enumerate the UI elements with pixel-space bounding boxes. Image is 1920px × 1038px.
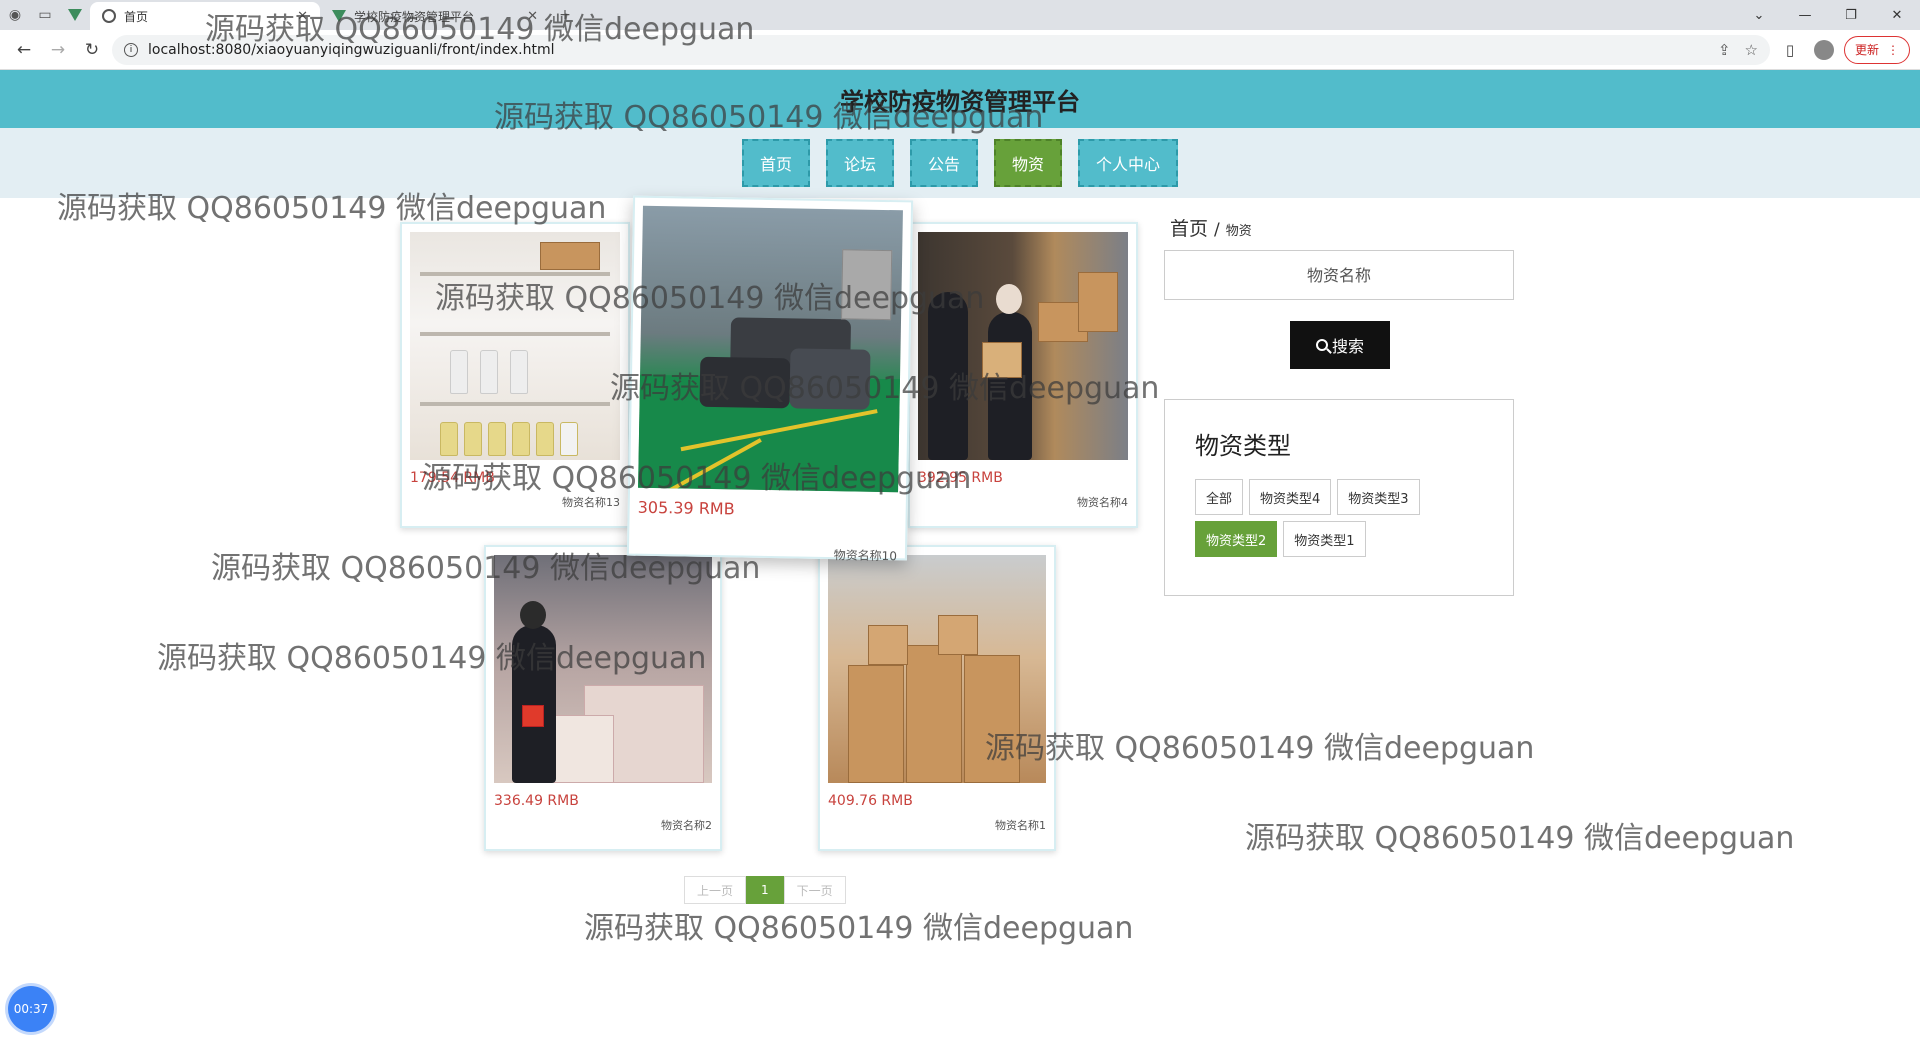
product-name: 物资名称1 (995, 819, 1046, 832)
product-image[interactable] (638, 205, 903, 493)
breadcrumb-separator: / (1214, 220, 1220, 240)
nav-notice[interactable]: 公告 (909, 139, 978, 187)
new-tab-icon[interactable]: + (550, 0, 580, 30)
product-card[interactable]: 179.54 RMB 物资名称13 (400, 222, 630, 528)
next-page-button[interactable]: 下一页 (783, 876, 846, 904)
star-icon[interactable]: ☆ (1745, 41, 1758, 59)
close-window-icon[interactable]: ✕ (1874, 0, 1920, 30)
category-type-1[interactable]: 物资类型1 (1283, 521, 1366, 557)
search-input[interactable] (1164, 250, 1514, 300)
url-input[interactable]: i localhost:8080/xiaoyuanyiqingwuziguanl… (112, 34, 1770, 65)
browser-tab-bar: ◉ ▭ 首页 ✕ 学校防疫物资管理平台 ✕ + ⌄ — ❐ ✕ (0, 0, 1920, 30)
product-price: 409.76 RMB (828, 793, 913, 809)
page-1-button[interactable]: 1 (746, 876, 784, 904)
product-card[interactable]: 305.39 RMB 物资名称10 (626, 195, 914, 563)
recording-timer[interactable]: 00:37 (8, 986, 54, 1032)
close-icon[interactable]: ✕ (527, 9, 538, 24)
product-price: 179.54 RMB (410, 470, 495, 486)
category-type-3[interactable]: 物资类型3 (1337, 479, 1420, 515)
category-all[interactable]: 全部 (1195, 479, 1244, 515)
watermark: 源码获取 QQ86050149 微信deepguan (985, 731, 1535, 766)
chevron-down-icon[interactable]: ⌄ (1736, 0, 1782, 30)
nav-forum[interactable]: 论坛 (825, 139, 894, 187)
tab-search-icon[interactable]: ▭ (30, 0, 60, 30)
product-price: 305.39 RMB (637, 497, 735, 519)
tab-title: 首页 (124, 9, 149, 24)
product-price: 392.95 RMB (918, 470, 1003, 486)
breadcrumb-home[interactable]: 首页 (1170, 214, 1208, 241)
back-icon[interactable]: ← (10, 36, 38, 64)
tab-platform[interactable]: 学校防疫物资管理平台 ✕ (320, 2, 550, 30)
breadcrumb: 首页 / 物资 (1170, 214, 1252, 241)
browser-menu-icon[interactable]: ◉ (0, 0, 30, 30)
share-icon[interactable]: ⇪ (1718, 41, 1731, 59)
category-type-2[interactable]: 物资类型2 (1195, 521, 1278, 557)
watermark: 源码获取 QQ86050149 微信deepguan (1245, 821, 1795, 856)
product-image[interactable] (410, 232, 620, 460)
update-label: 更新 (1854, 43, 1879, 57)
tab-title: 学校防疫物资管理平台 (354, 9, 475, 24)
more-icon: ⋮ (1887, 42, 1899, 57)
nav-supplies[interactable]: 物资 (994, 139, 1063, 187)
nav-home[interactable]: 首页 (741, 139, 810, 187)
close-icon[interactable]: ✕ (297, 9, 308, 24)
side-panel-icon[interactable]: ▯ (1776, 36, 1804, 64)
minimize-icon[interactable]: — (1782, 0, 1828, 30)
prev-page-button[interactable]: 上一页 (684, 876, 747, 904)
product-image[interactable] (828, 555, 1046, 783)
globe-icon (102, 9, 116, 23)
product-card[interactable]: 392.95 RMB 物资名称4 (908, 222, 1138, 528)
search-icon (1315, 339, 1328, 351)
category-panel: 物资类型 全部 物资类型4 物资类型3 物资类型2 物资类型1 (1164, 399, 1514, 596)
pagination: 上一页 1 下一页 (684, 876, 846, 904)
category-list: 全部 物资类型4 物资类型3 物资类型2 物资类型1 (1195, 479, 1483, 557)
forward-icon[interactable]: → (44, 36, 72, 64)
info-icon[interactable]: i (124, 42, 138, 57)
product-card[interactable]: 336.49 RMB 物资名称2 (484, 545, 722, 851)
product-name: 物资名称13 (562, 496, 620, 509)
product-name: 物资名称4 (1077, 496, 1128, 509)
product-price: 336.49 RMB (494, 793, 579, 809)
product-image[interactable] (918, 232, 1128, 460)
url-text: localhost:8080/xiaoyuanyiqingwuziguanli/… (148, 41, 555, 58)
address-bar: ← → ↻ i localhost:8080/xiaoyuanyiqingwuz… (0, 30, 1920, 70)
reload-icon[interactable]: ↻ (78, 36, 106, 64)
profile-icon[interactable] (1810, 36, 1838, 64)
watermark: 源码获取 QQ86050149 微信deepguan (584, 911, 1134, 946)
category-type-4[interactable]: 物资类型4 (1249, 479, 1332, 515)
nav-personal-center[interactable]: 个人中心 (1078, 139, 1179, 187)
restore-icon[interactable]: ❐ (1828, 0, 1874, 30)
update-button[interactable]: 更新 ⋮ (1843, 35, 1910, 64)
product-name: 物资名称2 (661, 819, 712, 832)
search-button[interactable]: 搜索 (1290, 321, 1390, 369)
main-nav: 首页 论坛 公告 物资 个人中心 (0, 128, 1920, 198)
tab-home[interactable]: 首页 ✕ (90, 2, 320, 30)
category-title: 物资类型 (1195, 432, 1291, 460)
site-header: 学校防疫物资管理平台 (0, 70, 1920, 128)
vue-icon (332, 10, 346, 22)
vue-devtools-icon[interactable] (60, 0, 90, 30)
breadcrumb-current: 物资 (1225, 224, 1252, 239)
search-label: 搜索 (1331, 339, 1364, 356)
product-image[interactable] (494, 555, 712, 783)
product-card[interactable]: 409.76 RMB 物资名称1 (818, 545, 1056, 851)
site-title: 学校防疫物资管理平台 (840, 87, 1080, 116)
